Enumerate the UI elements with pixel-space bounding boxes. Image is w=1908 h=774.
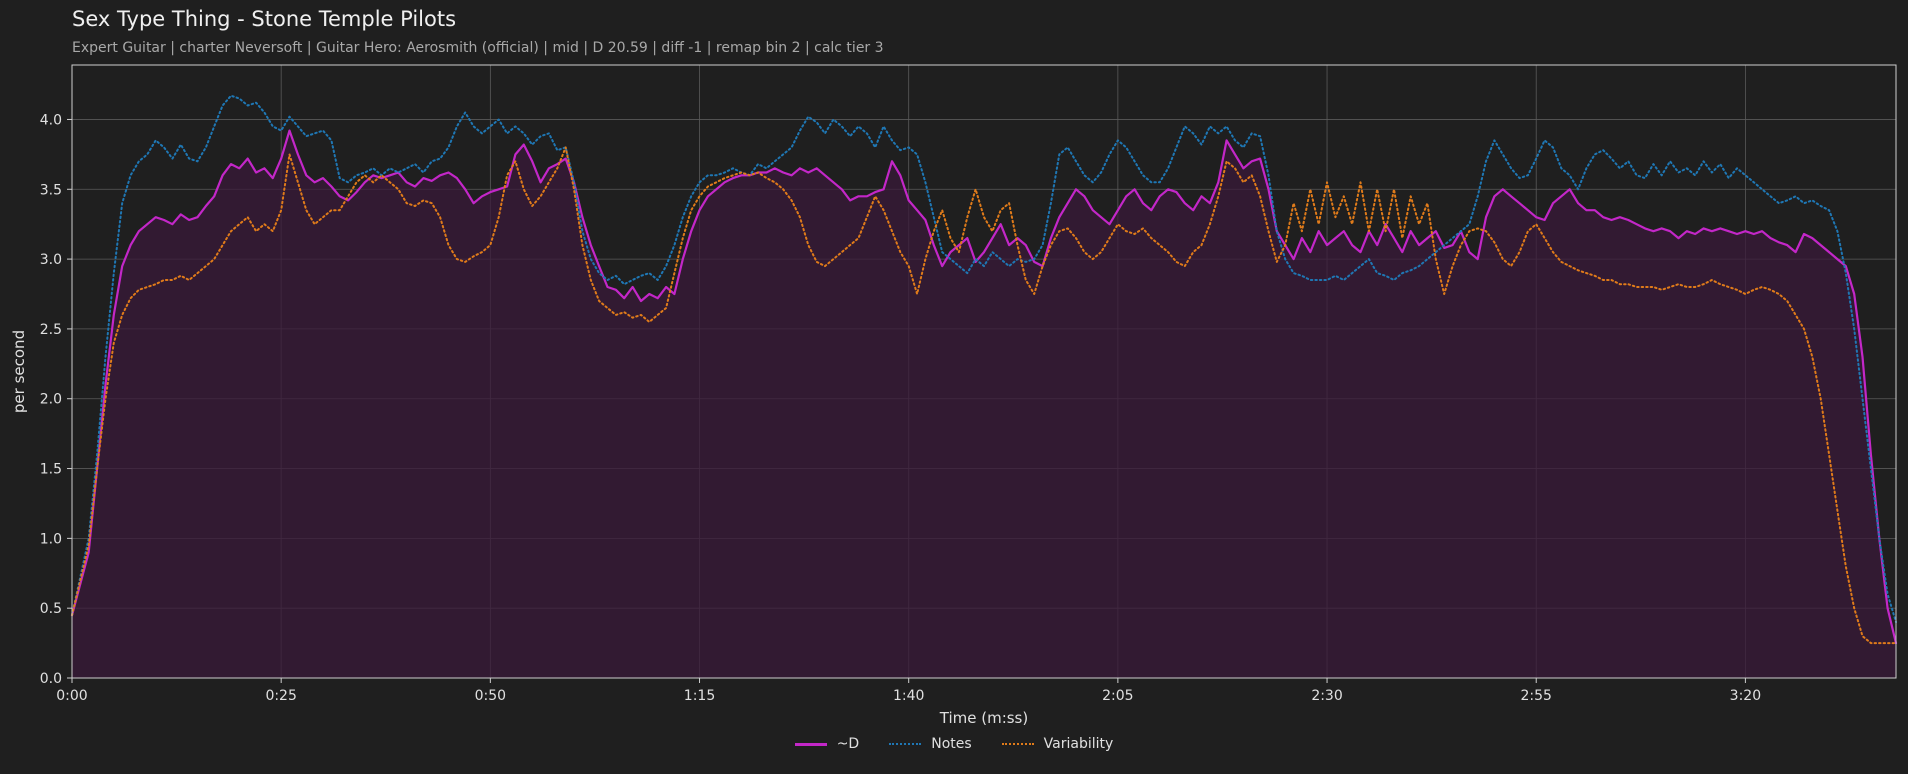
- x-tick-label: 3:20: [1730, 688, 1761, 704]
- legend-label: Variability: [1043, 736, 1114, 752]
- x-tick-label: 0:25: [265, 688, 296, 704]
- legend-item-notes: Notes: [889, 736, 972, 752]
- legend-item-d: ~D: [794, 736, 860, 752]
- x-tick-label: 2:55: [1520, 688, 1551, 704]
- y-tick-label: 2.5: [40, 322, 62, 338]
- y-tick-label: 1.0: [40, 531, 62, 547]
- series-d-area: [72, 130, 1896, 679]
- legend-swatch: [794, 742, 827, 746]
- legend-swatch: [1001, 743, 1034, 745]
- y-tick-label: 1.5: [40, 462, 62, 478]
- area-fill: [72, 130, 1896, 679]
- y-tick-label: 4.0: [40, 112, 62, 128]
- x-tick-label: 1:40: [893, 688, 924, 704]
- y-tick-label: 3.0: [40, 252, 62, 268]
- y-tick-label: 0.0: [40, 671, 62, 687]
- y-tick-label: 0.5: [40, 601, 62, 617]
- x-tick-label: 0:50: [475, 688, 506, 704]
- legend-swatch: [889, 743, 922, 745]
- x-tick-label: 2:30: [1311, 688, 1342, 704]
- legend-label: ~D: [836, 736, 860, 752]
- legend-item-variability: Variability: [1001, 736, 1114, 752]
- x-tick-label: 0:00: [56, 688, 87, 704]
- y-axis-label: per second: [10, 330, 28, 413]
- legend: ~D Notes Variability: [0, 736, 1908, 752]
- line-chart: 0:00 0:25 0:50 1:15 1:40 2:05 2:30 2:55 3:20 0.0 0…: [10, 64, 1898, 727]
- x-tick-label: 1:15: [684, 688, 715, 704]
- y-tick-label: 3.5: [40, 182, 62, 198]
- x-axis-label: Time (m:ss): [939, 709, 1028, 727]
- legend-label: Notes: [931, 736, 972, 752]
- y-tick-label: 2.0: [40, 392, 62, 408]
- x-tick-label: 2:05: [1102, 688, 1133, 704]
